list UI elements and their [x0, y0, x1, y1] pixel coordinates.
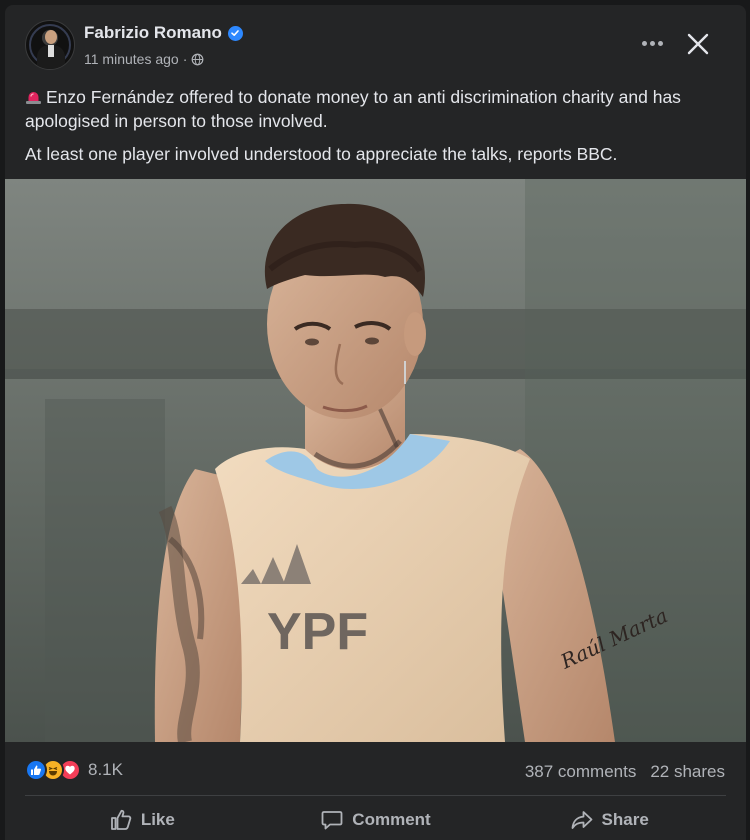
actions-divider — [25, 795, 726, 796]
post-photo[interactable]: Raúl Marta YPF — [5, 179, 746, 742]
author-avatar[interactable] — [25, 20, 75, 70]
player-photo-illustration: Raúl Marta YPF — [5, 179, 746, 742]
post-paragraph-2: At least one player involved understood … — [25, 144, 618, 164]
like-button[interactable]: Like — [25, 801, 259, 839]
siren-emoji-icon — [25, 86, 42, 104]
author-line: Fabrizio Romano — [84, 23, 243, 43]
post-paragraph-1-text: Enzo Fernández offered to donate money t… — [25, 87, 681, 131]
post-stats: 8.1K 387 comments 22 shares — [5, 751, 746, 789]
post-card: Fabrizio Romano 11 minutes ago · Enzo Fe… — [5, 5, 746, 840]
reaction-count: 8.1K — [88, 760, 123, 779]
meta-separator: · — [182, 51, 188, 67]
shirt-text: YPF — [267, 603, 368, 661]
thumbs-up-icon — [110, 809, 132, 830]
comment-icon — [321, 811, 343, 830]
close-icon — [687, 33, 709, 55]
post-actions: Like Comment Share — [25, 801, 726, 839]
verified-badge-icon — [227, 25, 243, 41]
comments-count-link[interactable]: 387 comments — [525, 762, 637, 782]
comment-label: Comment — [352, 810, 431, 829]
comment-button[interactable]: Comment — [259, 801, 493, 839]
post-timestamp[interactable]: 11 minutes ago — [84, 51, 179, 67]
post-text: Enzo Fernández offered to donate money t… — [25, 85, 725, 175]
share-arrow-icon — [571, 811, 592, 829]
post-header: Fabrizio Romano 11 minutes ago · — [5, 5, 746, 85]
globe-icon — [191, 53, 204, 65]
post-meta: 11 minutes ago · — [84, 51, 204, 67]
post-paragraph-1: Enzo Fernández offered to donate money t… — [25, 85, 725, 133]
engagement-counts: 387 comments 22 shares — [525, 762, 725, 782]
like-reaction-icon — [25, 759, 47, 781]
like-label: Like — [140, 810, 175, 829]
share-label: Share — [601, 810, 649, 829]
reactions-summary[interactable]: 8.1K — [25, 759, 123, 781]
shares-count-link[interactable]: 22 shares — [650, 762, 725, 782]
share-button[interactable]: Share — [492, 801, 726, 839]
close-button[interactable] — [681, 27, 715, 61]
author-name[interactable]: Fabrizio Romano — [84, 23, 222, 43]
more-options-button[interactable] — [637, 31, 667, 55]
